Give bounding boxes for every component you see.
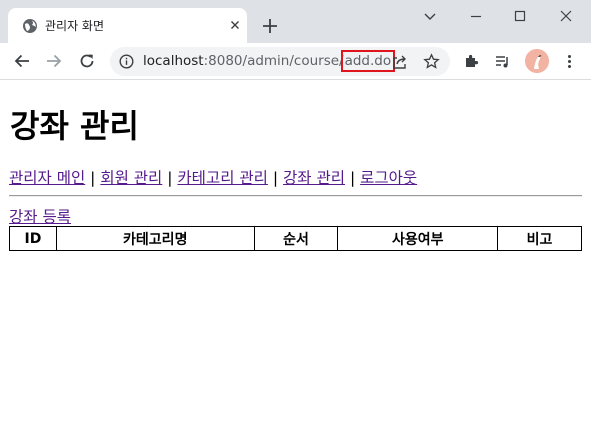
- nav-link-category-management[interactable]: 카테고리 관리: [177, 169, 268, 187]
- column-header-id: ID: [9, 226, 57, 251]
- table-header-row: ID 카테고리명 순서 사용여부 비고: [9, 226, 582, 251]
- column-header-order: 순서: [253, 226, 339, 251]
- tab-title: 관리자 화면: [45, 19, 105, 33]
- nav-link-admin-main[interactable]: 관리자 메인: [9, 169, 85, 187]
- tab-search-chevron-icon[interactable]: [418, 8, 442, 24]
- address-bar[interactable]: localhost:8080/admin/course/add.do: [110, 47, 450, 76]
- divider: [9, 195, 582, 197]
- share-icon[interactable]: [391, 53, 408, 70]
- column-header-usage: 사용여부: [337, 226, 499, 251]
- page-content: 강좌 관리 관리자 메인 | 회원 관리 | 카테고리 관리 | 강좌 관리 |…: [0, 81, 591, 432]
- url-highlighted-segment: add.do: [340, 50, 396, 72]
- profile-avatar[interactable]: [525, 49, 549, 73]
- avatar-image: [525, 49, 549, 73]
- new-tab-plus-icon[interactable]: [261, 17, 279, 35]
- nav-separator: |: [90, 169, 96, 187]
- add-course-link[interactable]: 강좌 등록: [9, 205, 71, 227]
- browser-tab[interactable]: 관리자 화면: [8, 8, 247, 43]
- course-table: ID 카테고리명 순서 사용여부 비고: [9, 226, 582, 251]
- url-path: :8080/admin/course/: [203, 53, 344, 69]
- nav-separator: |: [272, 169, 279, 187]
- admin-nav: 관리자 메인 | 회원 관리 | 카테고리 관리 | 강좌 관리 | 로그아웃: [9, 166, 417, 188]
- column-header-remarks: 비고: [497, 226, 582, 251]
- url-host: localhost: [143, 53, 204, 69]
- media-queue-icon[interactable]: [494, 53, 511, 70]
- column-header-category-name: 카테고리명: [55, 226, 255, 251]
- reload-icon[interactable]: [78, 52, 96, 70]
- minimize-icon[interactable]: [464, 8, 488, 24]
- maximize-icon[interactable]: [508, 8, 532, 24]
- forward-arrow-icon[interactable]: [45, 52, 63, 70]
- bookmark-star-icon[interactable]: [423, 53, 440, 70]
- more-options-icon[interactable]: [561, 53, 578, 70]
- nav-link-course-management[interactable]: 강좌 관리: [283, 169, 345, 187]
- site-info-icon[interactable]: [119, 54, 134, 69]
- close-window-icon[interactable]: [554, 8, 578, 24]
- browser-titlebar: 관리자 화면: [0, 0, 591, 43]
- back-arrow-icon[interactable]: [13, 52, 31, 70]
- close-tab-icon[interactable]: [227, 17, 243, 33]
- nav-separator: |: [349, 169, 356, 187]
- nav-separator: |: [167, 169, 173, 187]
- browser-toolbar: localhost:8080/admin/course/add.do: [0, 43, 591, 80]
- globe-icon: [23, 19, 37, 33]
- nav-link-member-management[interactable]: 회원 관리: [100, 169, 162, 187]
- url-text[interactable]: localhost:8080/admin/course/add.do: [143, 50, 396, 72]
- page-title: 강좌 관리: [10, 107, 139, 145]
- extensions-puzzle-icon[interactable]: [463, 53, 480, 70]
- nav-link-logout[interactable]: 로그아웃: [360, 169, 417, 187]
